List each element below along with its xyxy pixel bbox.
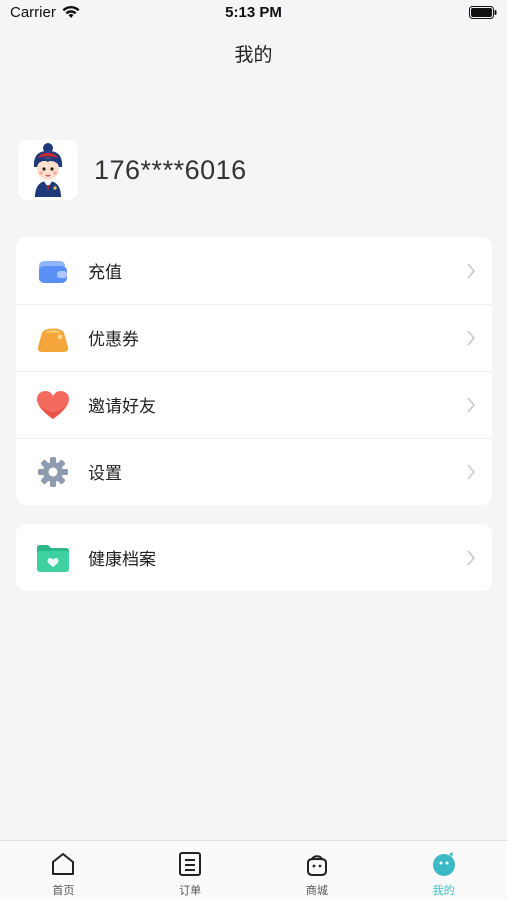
chevron-right-icon bbox=[467, 464, 476, 480]
page-title: 我的 bbox=[234, 44, 273, 66]
tab-profile[interactable]: 我的 bbox=[380, 841, 507, 900]
tab-orders[interactable]: 订单 bbox=[127, 841, 254, 900]
menu-item-settings[interactable]: 设置 bbox=[16, 438, 492, 505]
chevron-right-icon bbox=[467, 397, 476, 413]
shop-bag-icon bbox=[306, 855, 327, 876]
profile-header[interactable]: 176****6016 bbox=[18, 140, 247, 200]
tab-shop[interactable]: 商城 bbox=[254, 841, 381, 900]
status-bar: Carrier 5:13 PM bbox=[0, 0, 507, 28]
health-card: 健康档案 bbox=[16, 524, 492, 591]
order-icon bbox=[179, 852, 202, 876]
menu-item-health-records[interactable]: 健康档案 bbox=[16, 524, 492, 591]
heart-icon bbox=[36, 388, 70, 422]
avatar-illustration bbox=[33, 143, 63, 197]
user-phone: 176****6016 bbox=[94, 154, 247, 185]
wallet-icon bbox=[36, 254, 70, 288]
tab-label: 首页 bbox=[52, 884, 75, 897]
menu-item-label: 设置 bbox=[88, 464, 122, 484]
chevron-right-icon bbox=[467, 330, 476, 346]
status-time: 5:13 PM bbox=[225, 4, 282, 21]
home-icon bbox=[52, 853, 75, 875]
profile-icon bbox=[432, 852, 455, 876]
menu-item-recharge[interactable]: 充值 bbox=[16, 237, 492, 304]
tab-label: 我的 bbox=[432, 884, 455, 897]
menu-item-coupon[interactable]: 优惠券 bbox=[16, 304, 492, 371]
chevron-right-icon bbox=[467, 550, 476, 566]
battery-icon bbox=[469, 6, 497, 19]
menu-item-label: 健康档案 bbox=[88, 550, 156, 570]
menu-item-label: 优惠券 bbox=[88, 330, 139, 350]
health-folder-icon bbox=[36, 541, 70, 575]
coupon-icon bbox=[36, 321, 70, 355]
tab-bar: 首页 订单 商城 我的 bbox=[0, 840, 507, 900]
tab-label: 订单 bbox=[179, 884, 202, 897]
menu-item-label: 充值 bbox=[88, 263, 122, 283]
tab-home[interactable]: 首页 bbox=[0, 841, 127, 900]
chevron-right-icon bbox=[467, 263, 476, 279]
menu-item-label: 邀请好友 bbox=[88, 397, 156, 417]
menu-item-invite-friends[interactable]: 邀请好友 bbox=[16, 371, 492, 438]
gear-icon bbox=[36, 455, 70, 489]
tab-label: 商城 bbox=[305, 884, 328, 897]
menu-card: 充值 优惠券 邀请好友 设置 bbox=[16, 237, 492, 505]
avatar[interactable] bbox=[18, 140, 78, 200]
